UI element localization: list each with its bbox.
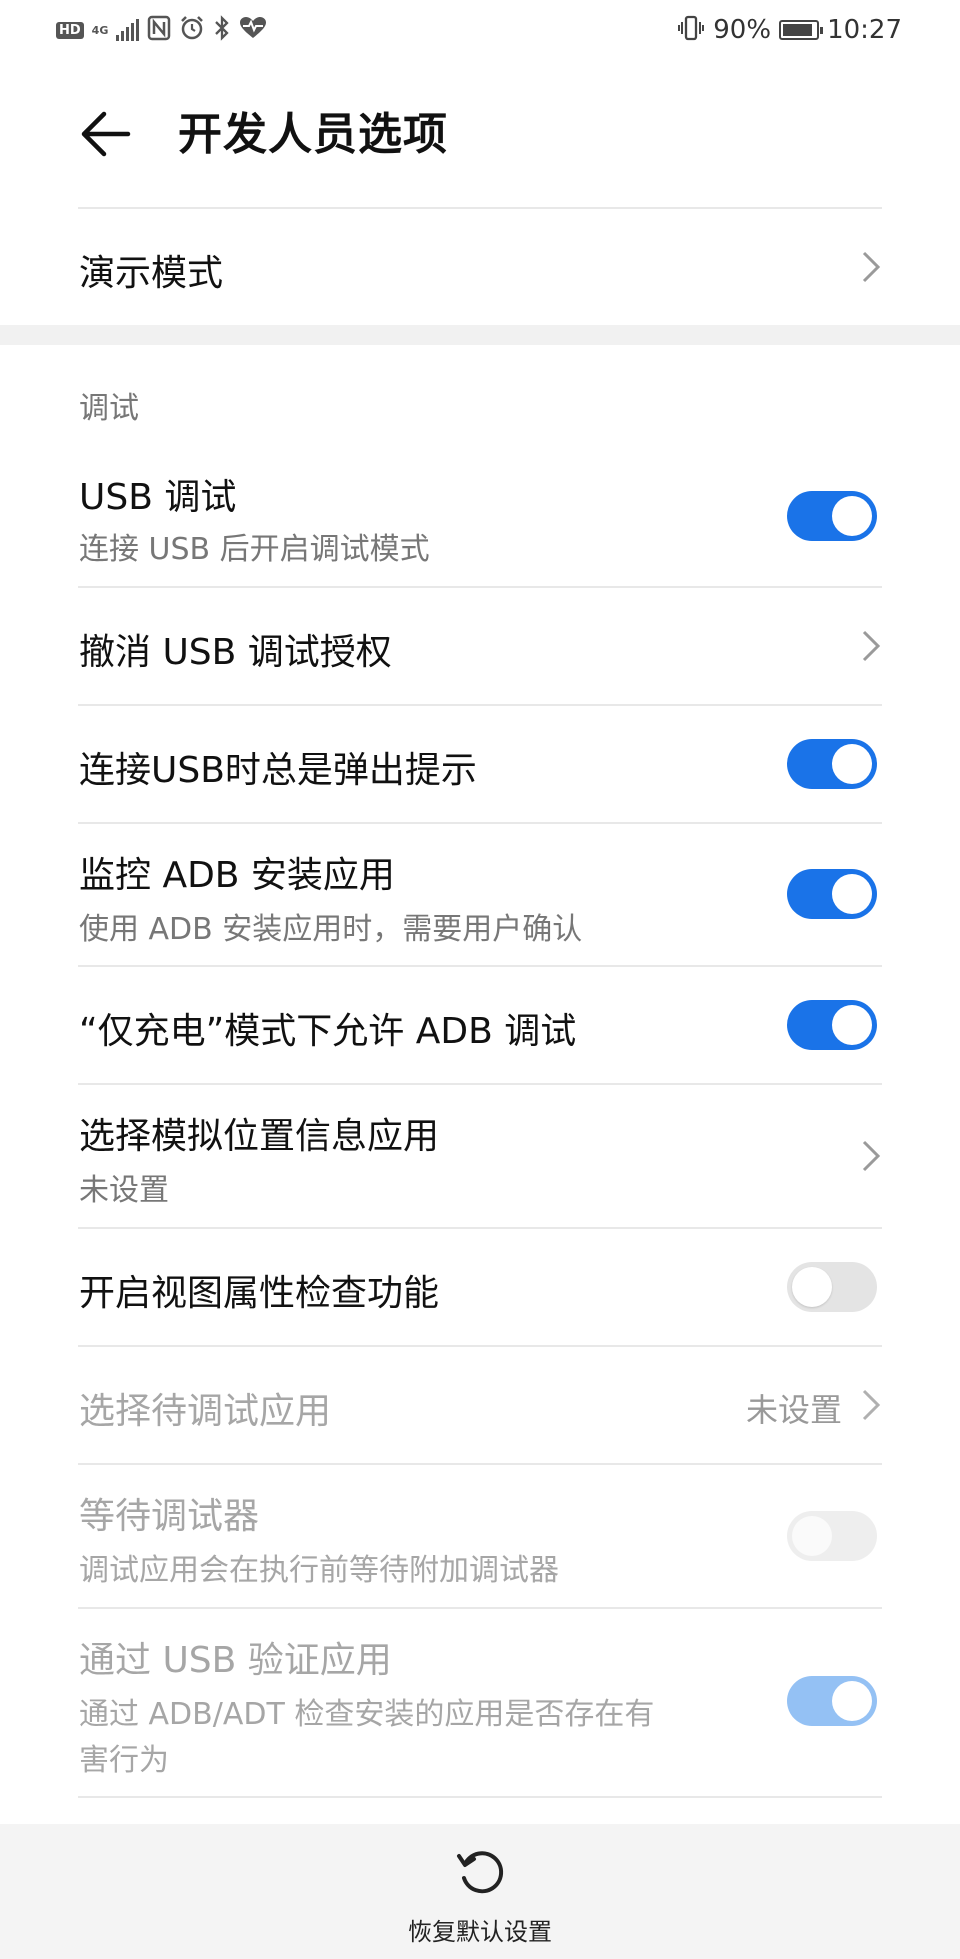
page-title: 开发人员选项 <box>178 109 448 160</box>
alarm-icon <box>179 15 205 45</box>
toggle-knob <box>832 496 872 536</box>
row-value: 未设置 <box>745 1391 842 1429</box>
settings-row-demo-mode[interactable]: 演示模式 <box>0 209 960 325</box>
row-subtitle: 调试应用会在执行前等待附加调试器 <box>79 1553 559 1588</box>
row-label: 撤消 USB 调试授权 <box>79 632 392 673</box>
settings-row-wait-for-debugger[interactable]: 等待调试器 调试应用会在执行前等待附加调试器 <box>0 1465 960 1607</box>
bottom-action-bar: 恢复默认设置 <box>0 1824 960 1959</box>
chevron-right-icon <box>862 1140 881 1172</box>
refresh-icon <box>457 1851 504 1894</box>
toggle-knob <box>832 1681 872 1721</box>
chevron-right-icon <box>862 251 881 283</box>
row-label: 开启视图属性检查功能 <box>79 1273 440 1314</box>
row-label: 选择待调试应用 <box>79 1391 332 1432</box>
row-label: 选择模拟位置信息应用 <box>79 1116 440 1157</box>
settings-row-view-attribute-inspection[interactable]: 开启视图属性检查功能 <box>0 1229 960 1345</box>
status-icons-right: 90% 10:27 <box>677 14 902 46</box>
vibrate-icon <box>677 15 705 45</box>
settings-row-revoke-usb-auth[interactable]: 撤消 USB 调试授权 <box>0 588 960 704</box>
reset-defaults-button[interactable]: 恢复默认设置 <box>380 1824 580 1959</box>
row-subtitle-line-1: 通过 ADB/ADT 检查安装的应用是否存在有 <box>79 1697 655 1732</box>
settings-row-select-debug-app[interactable]: 选择待调试应用 未设置 <box>0 1347 960 1463</box>
verify-apps-usb-toggle[interactable] <box>787 1676 877 1726</box>
settings-row-verify-apps-usb[interactable]: 通过 USB 验证应用 通过 ADB/ADT 检查安装的应用是否存在有 害行为 <box>0 1609 960 1796</box>
row-subtitle: 未设置 <box>79 1173 169 1208</box>
app-header: 开发人员选项 <box>0 60 960 208</box>
row-label: 演示模式 <box>79 253 224 294</box>
settings-row-monitor-adb-install[interactable]: 监控 ADB 安装应用 使用 ADB 安装应用时，需要用户确认 <box>0 824 960 964</box>
row-label: USB 调试 <box>79 477 237 518</box>
row-label: “仅充电”模式下允许 ADB 调试 <box>79 1011 577 1052</box>
row-label: 监控 ADB 安装应用 <box>79 855 395 896</box>
status-icons-left: HD 4G <box>56 14 267 46</box>
signal-strength-icon <box>116 19 140 41</box>
chevron-right-icon <box>862 1389 881 1421</box>
hd-voice-icon: HD <box>56 21 84 39</box>
clock: 10:27 <box>827 15 902 45</box>
bluetooth-icon <box>213 15 231 45</box>
toggle-knob <box>832 874 872 914</box>
row-label: 通过 USB 验证应用 <box>79 1640 392 1681</box>
battery-percent: 90% <box>713 15 772 45</box>
row-subtitle: 连接 USB 后开启调试模式 <box>79 532 430 567</box>
section-title-debug: 调试 <box>79 391 139 426</box>
toggle-knob <box>792 1516 832 1556</box>
row-subtitle: 使用 ADB 安装应用时，需要用户确认 <box>79 912 583 947</box>
health-heart-icon <box>239 16 267 44</box>
chevron-right-icon <box>862 630 881 662</box>
settings-row-charge-only-adb[interactable]: “仅充电”模式下允许 ADB 调试 <box>0 967 960 1083</box>
usb-prompt-toggle[interactable] <box>787 739 877 789</box>
section-separator <box>0 325 960 345</box>
settings-row-usb-debugging[interactable]: USB 调试 连接 USB 后开启调试模式 <box>0 452 960 587</box>
reset-defaults-label: 恢复默认设置 <box>408 1918 552 1946</box>
toggle-knob <box>792 1267 832 1307</box>
row-label: 连接USB时总是弹出提示 <box>79 750 477 791</box>
back-arrow-icon <box>81 111 131 157</box>
charge-only-adb-toggle[interactable] <box>787 1000 877 1050</box>
settings-row-usb-prompt[interactable]: 连接USB时总是弹出提示 <box>0 706 960 822</box>
usb-debugging-toggle[interactable] <box>787 491 877 541</box>
toggle-knob <box>832 744 872 784</box>
nfc-icon <box>147 15 171 45</box>
wait-for-debugger-toggle[interactable] <box>787 1511 877 1561</box>
toggle-knob <box>832 1005 872 1045</box>
row-label: 等待调试器 <box>79 1496 260 1537</box>
view-attribute-inspection-toggle[interactable] <box>787 1262 877 1312</box>
divider <box>78 1796 882 1798</box>
battery-icon <box>779 20 824 40</box>
monitor-adb-install-toggle[interactable] <box>787 869 877 919</box>
back-button[interactable] <box>78 106 134 162</box>
network-type-label: 4G <box>91 23 109 37</box>
status-bar: HD 4G 90% 10:27 <box>0 0 960 60</box>
row-subtitle-line-2: 害行为 <box>79 1743 169 1778</box>
settings-row-mock-location-app[interactable]: 选择模拟位置信息应用 未设置 <box>0 1085 960 1227</box>
